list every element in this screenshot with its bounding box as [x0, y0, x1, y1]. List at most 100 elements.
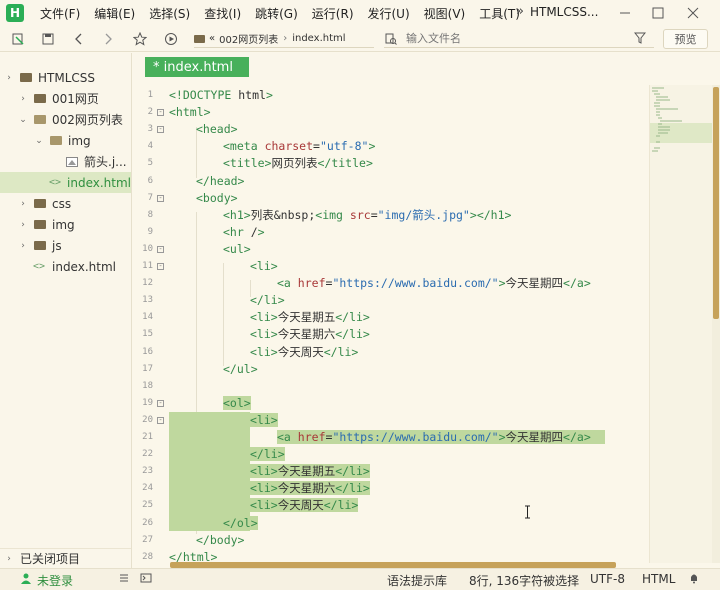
code-line[interactable]: <a href="https://www.baidu.com/">今天星期四</… — [277, 275, 591, 292]
syntax-lib-button[interactable]: 语法提示库 — [387, 572, 447, 589]
chevron-right-icon[interactable]: › — [18, 241, 28, 251]
chevron-right-icon[interactable]: › — [4, 73, 14, 83]
list-icon[interactable] — [118, 572, 130, 587]
menu-select[interactable]: 选择(S) — [149, 5, 190, 22]
code-line[interactable]: <li> — [250, 258, 278, 275]
fold-toggle-icon[interactable]: - — [157, 416, 164, 424]
tree-item-img[interactable]: › img — [0, 214, 131, 235]
user-icon[interactable] — [20, 572, 32, 587]
code-line[interactable]: </html> — [169, 549, 217, 563]
close-icon[interactable] — [683, 3, 703, 23]
code-line[interactable]: <li>今天星期六</li> — [250, 480, 370, 497]
language-status[interactable]: HTML — [642, 572, 675, 586]
menu-view[interactable]: 视图(V) — [424, 5, 466, 22]
code-line[interactable]: <li>今天星期五</li> — [250, 309, 370, 326]
line-number: 23 — [142, 466, 153, 477]
status-bar: 未登录 语法提示库 8行, 136字符被选择 UTF-8 HTML — [0, 568, 720, 590]
code-line[interactable]: </li> — [250, 292, 285, 309]
tree-item-label: img — [52, 217, 75, 232]
tree-item-index-active[interactable]: <> index.html — [0, 172, 131, 193]
tree-item-001[interactable]: › 001网页 — [0, 88, 131, 109]
chevron-right-icon[interactable]: › — [18, 94, 28, 104]
fold-toggle-icon[interactable]: - — [157, 263, 164, 270]
filter-icon[interactable] — [633, 32, 647, 47]
code-line[interactable]: <html> — [169, 104, 211, 121]
double-chevron-right-icon[interactable]: » — [516, 4, 524, 19]
chevron-down-icon[interactable]: ⌄ — [18, 115, 28, 125]
breadcrumb-file[interactable]: index.html — [292, 33, 345, 44]
code-line[interactable]: <li>今天星期六</li> — [250, 326, 370, 343]
menu-goto[interactable]: 跳转(G) — [255, 5, 298, 22]
tree-item-img-open[interactable]: ⌄ img — [0, 130, 131, 151]
code-line[interactable]: <head> — [196, 121, 238, 138]
code-line[interactable]: <ul> — [223, 241, 251, 258]
maximize-icon[interactable] — [648, 3, 668, 23]
minimize-icon[interactable] — [615, 3, 635, 23]
vertical-scrollbar[interactable] — [712, 85, 720, 563]
minimap[interactable] — [649, 85, 713, 563]
code-line[interactable]: <li>今天周天</li> — [250, 344, 358, 361]
file-search-input[interactable] — [406, 32, 616, 45]
tree-item-label: 箭头.j... — [84, 155, 127, 169]
code-line[interactable]: </head> — [196, 173, 244, 190]
code-line[interactable]: <body> — [196, 190, 238, 207]
code-line[interactable]: <hr /> — [223, 224, 265, 241]
chevron-down-icon[interactable]: ⌄ — [34, 136, 44, 146]
menu-file[interactable]: 文件(F) — [40, 5, 80, 22]
menu-find[interactable]: 查找(I) — [204, 5, 241, 22]
code-line[interactable]: <h1>列表&nbsp;<img src="img/箭头.jpg"></h1> — [223, 207, 511, 224]
tree-item-htmlcss[interactable]: › HTMLCSS — [0, 67, 131, 88]
preview-button[interactable]: 预览 — [663, 29, 708, 49]
encoding-status[interactable]: UTF-8 — [590, 572, 625, 586]
code-line[interactable]: </li> — [250, 446, 285, 463]
tab-index-html[interactable]: * index.html — [145, 57, 249, 77]
code-line[interactable]: <li>今天周天</li> — [250, 497, 359, 514]
fold-toggle-icon[interactable]: - — [157, 399, 164, 407]
star-icon[interactable] — [132, 31, 148, 47]
tree-item-label: index.html — [52, 259, 116, 274]
terminal-icon[interactable] — [140, 572, 152, 587]
login-status[interactable]: 未登录 — [37, 572, 73, 589]
run-icon[interactable] — [163, 31, 179, 47]
fold-toggle-icon[interactable]: - — [157, 194, 164, 202]
fold-toggle-icon[interactable]: - — [157, 245, 164, 253]
chevron-right-icon[interactable]: › — [4, 554, 14, 564]
fold-toggle-icon[interactable]: - — [157, 126, 164, 134]
menu-edit[interactable]: 编辑(E) — [94, 5, 135, 22]
save-icon[interactable] — [40, 31, 56, 47]
code-line[interactable]: <li> — [250, 412, 278, 429]
line-number: 5 — [147, 158, 153, 169]
tree-item-css[interactable]: › css — [0, 193, 131, 214]
menu-tools[interactable]: 工具(T) — [479, 5, 520, 22]
code-line[interactable]: </ul> — [223, 361, 258, 378]
code-line[interactable]: </body> — [196, 532, 244, 549]
menu-run[interactable]: 运行(R) — [312, 5, 354, 22]
back-icon[interactable] — [71, 31, 87, 47]
bell-icon[interactable] — [688, 572, 700, 587]
folder-open-icon — [50, 136, 62, 145]
code-line[interactable]: <title>网页列表</title> — [223, 155, 373, 172]
new-file-icon[interactable] — [10, 31, 26, 47]
tree-item-002[interactable]: ⌄ 002网页列表 — [0, 109, 131, 130]
code-line[interactable]: </ol> — [223, 515, 258, 532]
chevron-right-icon[interactable]: › — [18, 199, 28, 209]
menu-publish[interactable]: 发行(U) — [368, 5, 410, 22]
code-line[interactable]: <ol> — [223, 395, 251, 412]
fold-toggle-icon[interactable]: - — [157, 109, 164, 117]
forward-icon[interactable] — [100, 31, 116, 47]
chevron-right-icon[interactable]: › — [18, 220, 28, 230]
tree-item-label: HTMLCSS — [38, 70, 96, 85]
code-line[interactable]: <li>今天星期五</li> — [250, 463, 370, 480]
breadcrumb-folder[interactable]: 002网页列表 — [219, 31, 278, 46]
code-editor[interactable]: 1 <!DOCTYPE html> 2- <html> 3- <head> 4 <meta c… — [133, 85, 649, 563]
tree-item-index[interactable]: <> index.html — [0, 256, 131, 277]
scroll-thumb[interactable] — [713, 87, 719, 319]
tree-item-arrow-image[interactable]: 箭头.j... — [0, 151, 131, 172]
code-line[interactable]: <a href="https://www.baidu.com/">今天星期四</… — [277, 429, 605, 446]
code-line[interactable]: <!DOCTYPE html> — [169, 87, 273, 104]
closed-projects[interactable]: › 已关闭项目 — [0, 548, 131, 568]
line-number: 13 — [142, 295, 153, 306]
text-cursor-icon — [524, 505, 531, 519]
code-line[interactable]: <meta charset="utf-8"> — [223, 138, 375, 155]
tree-item-js[interactable]: › js — [0, 235, 131, 256]
